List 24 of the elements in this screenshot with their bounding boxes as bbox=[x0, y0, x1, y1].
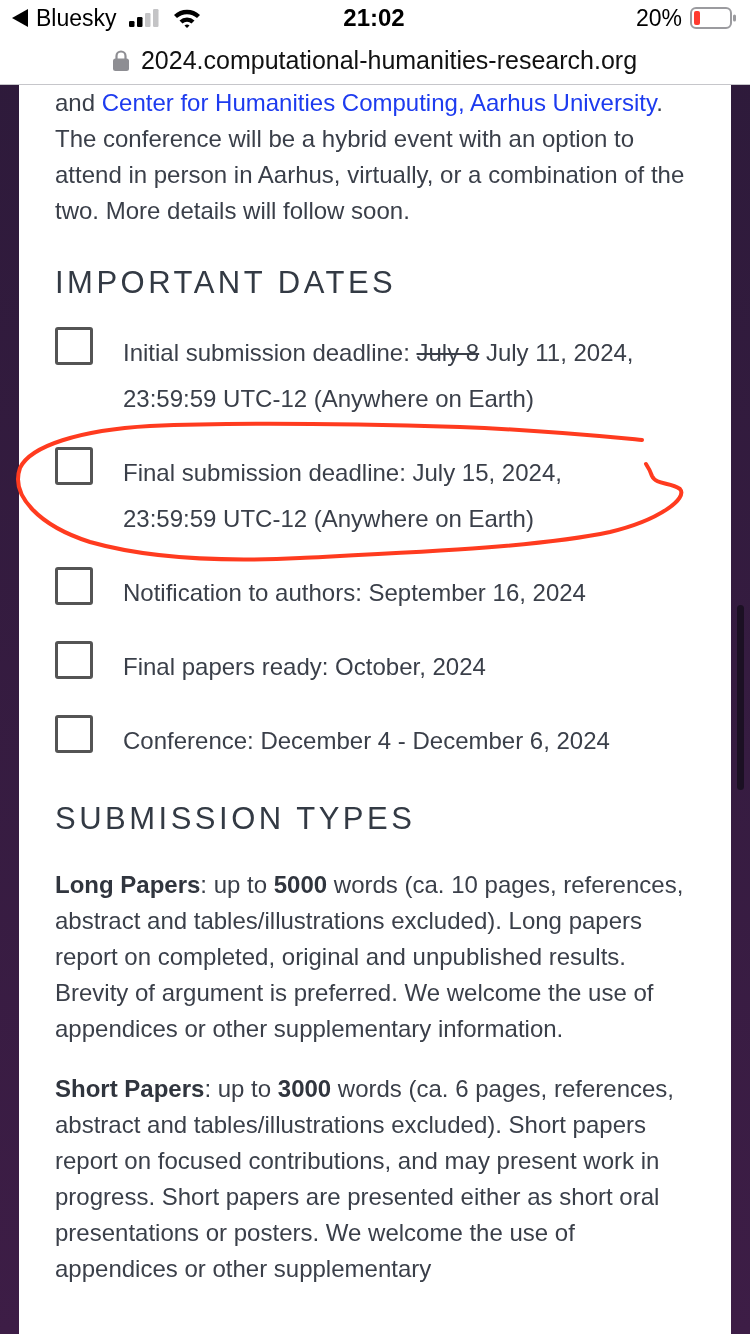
checkbox[interactable] bbox=[55, 641, 93, 679]
intro-paragraph: and Center for Humanities Computing, Aarhus University. The conference will be a hybrid event with an option to attend in person in Aarhus, virtually, or a combination of the two. More details will follow soon. bbox=[55, 88, 686, 226]
date-entry-text: Initial submission deadline: July 8 July 11, 2024, 23:59:59 UTC-12 (Anywhere on Earth) bbox=[123, 338, 635, 414]
wifi-icon bbox=[172, 8, 201, 28]
checkbox[interactable] bbox=[55, 327, 93, 365]
submission-type-paragraph: Short Papers: up to 3000 words (ca. 6 pages, references, abstract and tables/illustrations excluded). Short papers report on focused contributions, and may present work in progress. Short papers are presented either as short oral presentations or posters. We welcome the use of appendices or other supplementary bbox=[55, 1074, 675, 1284]
date-entry-text: Final submission deadline: July 15, 2024, 23:59:59 UTC-12 (Anywhere on Earth) bbox=[123, 458, 563, 534]
organization-link[interactable]: Center for Humanities Computing, Aarhus University bbox=[101, 89, 657, 116]
signal-bars-icon bbox=[128, 9, 159, 27]
checkbox[interactable] bbox=[55, 715, 93, 753]
battery-percentage: 20% bbox=[635, 4, 682, 32]
battery-icon bbox=[690, 7, 736, 29]
url-text[interactable]: 2024.computational-humanities-research.org bbox=[140, 45, 638, 75]
checkbox[interactable] bbox=[55, 447, 93, 485]
back-to-app-link[interactable]: Bluesky bbox=[36, 4, 117, 32]
date-entry-text: Notification to authors: September 16, 2024 bbox=[123, 578, 586, 608]
date-entry-text: Conference: December 4 - December 6, 2024 bbox=[123, 726, 610, 756]
date-entry-text: Final papers ready: October, 2024 bbox=[123, 652, 486, 682]
section-heading: SUBMISSION TYPES bbox=[55, 800, 417, 838]
checkbox[interactable] bbox=[55, 567, 93, 605]
clock-time: 21:02 bbox=[343, 4, 405, 32]
submission-type-paragraph: Long Papers: up to 5000 words (ca. 10 pages, references, abstract and tables/illustrations excluded). Long papers report on completed, original and unpublished results. Brevity of argument is preferred. We welcome the use of appendices or other supplementary information. bbox=[55, 870, 685, 1044]
back-triangle-icon bbox=[12, 9, 28, 27]
section-heading: IMPORTANT DATES bbox=[55, 264, 398, 302]
